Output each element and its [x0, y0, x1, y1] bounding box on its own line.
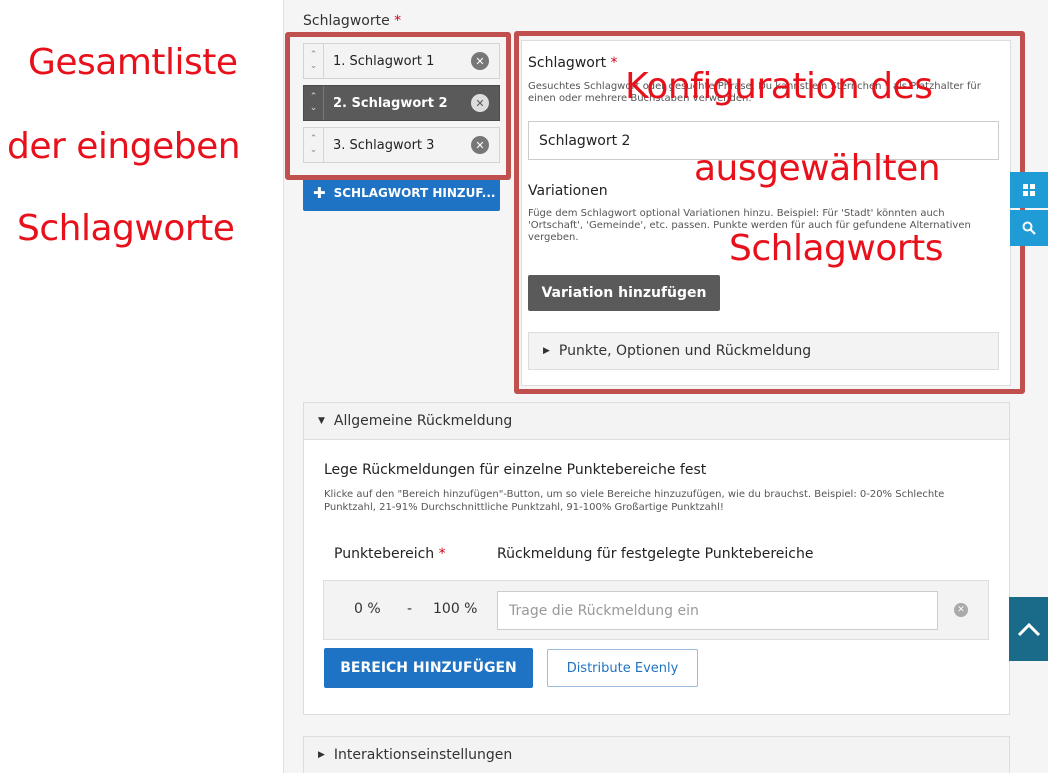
feedback-input[interactable]: Trage die Rückmeldung ein [497, 591, 938, 630]
range-from: 0 % [354, 601, 381, 617]
range-to: 100 % [433, 601, 478, 617]
annotation-left-line2: der eingeben [7, 126, 241, 167]
annotation-left-line1: Gesamtliste [28, 42, 238, 83]
annotation-box-keyword-list [285, 32, 511, 180]
left-margin [0, 0, 283, 773]
annotation-left-line3: Schlagworte [17, 208, 235, 249]
add-keyword-button[interactable]: ✚ SCHLAGWORT HINZUF... [303, 175, 500, 211]
caret-right-icon: ▶ [318, 750, 325, 760]
annotation-right-line3: Schlagworts [729, 228, 944, 269]
column-header-feedback: Rückmeldung für festgelegte Punktebereic… [497, 546, 814, 562]
annotation-right-line2: ausgewählten [694, 148, 941, 189]
distribute-evenly-button[interactable]: Distribute Evenly [547, 649, 698, 687]
keywords-label: Schlagworte * [303, 13, 402, 29]
feedback-help-text: Klicke auf den "Bereich hinzufügen"-Butt… [324, 489, 945, 513]
search-icon[interactable] [1010, 210, 1048, 246]
interaction-settings-toggle[interactable]: ▶ Interaktionseinstellungen [303, 736, 1010, 773]
general-feedback-toggle[interactable]: ▼ Allgemeine Rückmeldung [303, 402, 1010, 440]
annotation-right-line1: Konfiguration des [625, 66, 933, 107]
range-separator: - [407, 601, 413, 617]
grid-view-icon[interactable] [1010, 172, 1048, 208]
remove-range-icon[interactable]: ✕ [954, 603, 968, 617]
column-header-range: Punktebereich * [334, 546, 446, 562]
scroll-to-top-icon[interactable] [1009, 597, 1048, 661]
plus-icon: ✚ [313, 184, 326, 202]
add-range-button[interactable]: BEREICH HINZUFÜGEN [324, 648, 533, 688]
feedback-title: Lege Rückmeldungen für einzelne Punktebe… [324, 462, 707, 478]
caret-down-icon: ▼ [318, 416, 325, 426]
